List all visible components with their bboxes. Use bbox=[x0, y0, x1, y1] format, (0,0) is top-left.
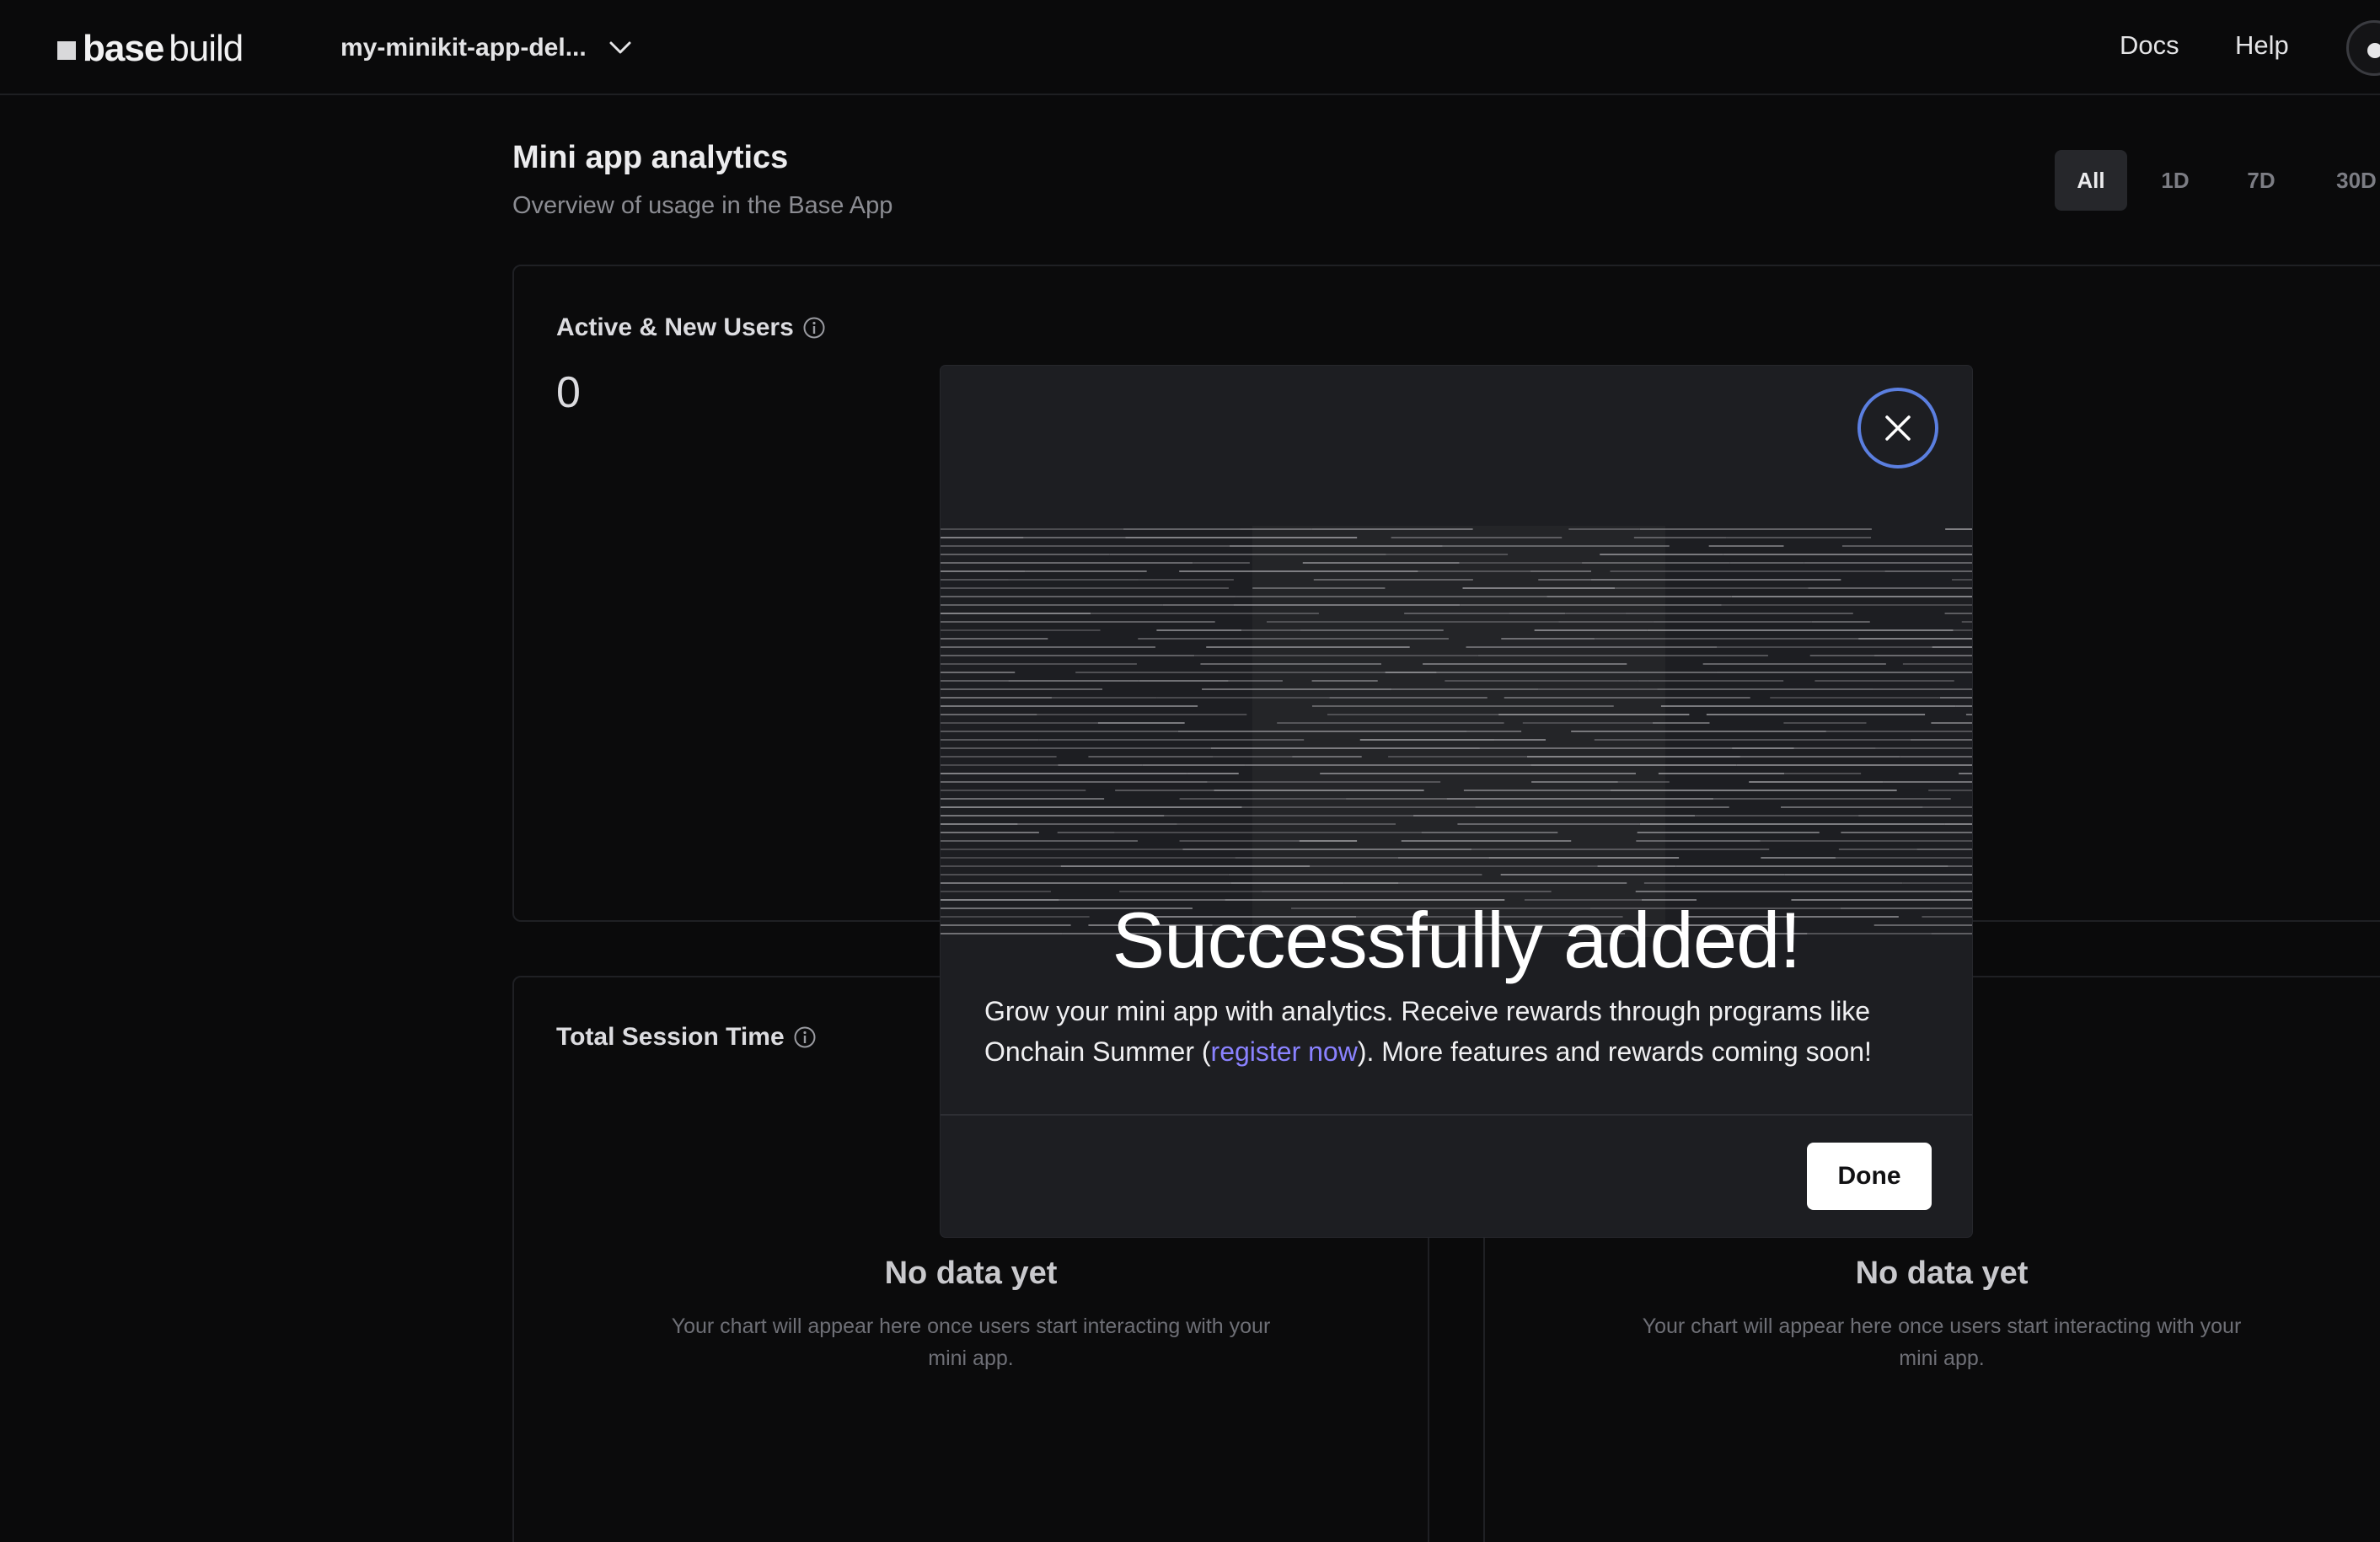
info-icon[interactable] bbox=[793, 1025, 817, 1049]
modal-divider bbox=[941, 1114, 1972, 1116]
modal-close-button[interactable] bbox=[1857, 388, 1938, 468]
range-tab-30d[interactable]: 30D bbox=[2314, 150, 2380, 211]
empty-state-description: Your chart will appear here once users s… bbox=[1642, 1314, 2242, 1370]
range-tab-7d[interactable]: 7D bbox=[2225, 150, 2297, 211]
empty-state-description: Your chart will appear here once users s… bbox=[671, 1314, 1271, 1370]
register-now-link[interactable]: register now bbox=[1211, 1036, 1358, 1067]
account-button[interactable] bbox=[2346, 20, 2380, 76]
nav-help-link[interactable]: Help bbox=[2235, 30, 2289, 61]
modal-banner-graphic bbox=[941, 526, 1972, 937]
range-tab-all[interactable]: All bbox=[2055, 150, 2127, 211]
done-button[interactable]: Done bbox=[1807, 1143, 1932, 1210]
app-selector-label: my-minikit-app-del... bbox=[340, 34, 587, 62]
total-session-time-title: Total Session Time bbox=[556, 1023, 817, 1052]
close-icon bbox=[1885, 415, 1911, 441]
brand-logo[interactable]: base build bbox=[57, 25, 244, 72]
chevron-down-icon bbox=[608, 40, 632, 56]
app-root: base build my-minikit-app-del... Docs He… bbox=[0, 0, 2380, 1542]
app-selector-dropdown[interactable]: my-minikit-app-del... bbox=[340, 29, 632, 67]
empty-state-right: No data yet Your chart will appear here … bbox=[1638, 1256, 2245, 1374]
range-tab-1d[interactable]: 1D bbox=[2139, 150, 2211, 211]
page-subtitle: Overview of usage in the Base App bbox=[512, 192, 893, 219]
modal-message: Grow your mini app with analytics. Recei… bbox=[984, 991, 1937, 1072]
active-new-users-title: Active & New Users bbox=[556, 313, 826, 342]
total-session-time-title-text: Total Session Time bbox=[556, 1023, 785, 1051]
modal-title: Successfully added! bbox=[1112, 896, 1801, 984]
banner-lines-graphic bbox=[941, 526, 1972, 937]
empty-state-title: No data yet bbox=[884, 1256, 1058, 1291]
brand-build-text: build bbox=[169, 28, 244, 69]
modal-message-end: ). More features and rewards coming soon… bbox=[1357, 1036, 1872, 1067]
empty-state-title: No data yet bbox=[1855, 1256, 2029, 1291]
brand-square-icon bbox=[57, 41, 76, 60]
empty-state-left: No data yet Your chart will appear here … bbox=[667, 1256, 1274, 1374]
active-new-users-title-text: Active & New Users bbox=[556, 313, 794, 341]
info-icon[interactable] bbox=[802, 316, 826, 340]
success-modal: Successfully added! Grow your mini app w… bbox=[941, 366, 1972, 1237]
active-users-value: 0 bbox=[556, 368, 581, 417]
account-icon bbox=[2367, 43, 2380, 58]
page-title: Mini app analytics bbox=[512, 140, 789, 175]
banner-highlight-band bbox=[1252, 526, 1665, 937]
top-bar: base build my-minikit-app-del... Docs He… bbox=[0, 0, 2380, 95]
brand-base-text: base bbox=[83, 28, 164, 69]
nav-docs-link[interactable]: Docs bbox=[2120, 30, 2179, 61]
